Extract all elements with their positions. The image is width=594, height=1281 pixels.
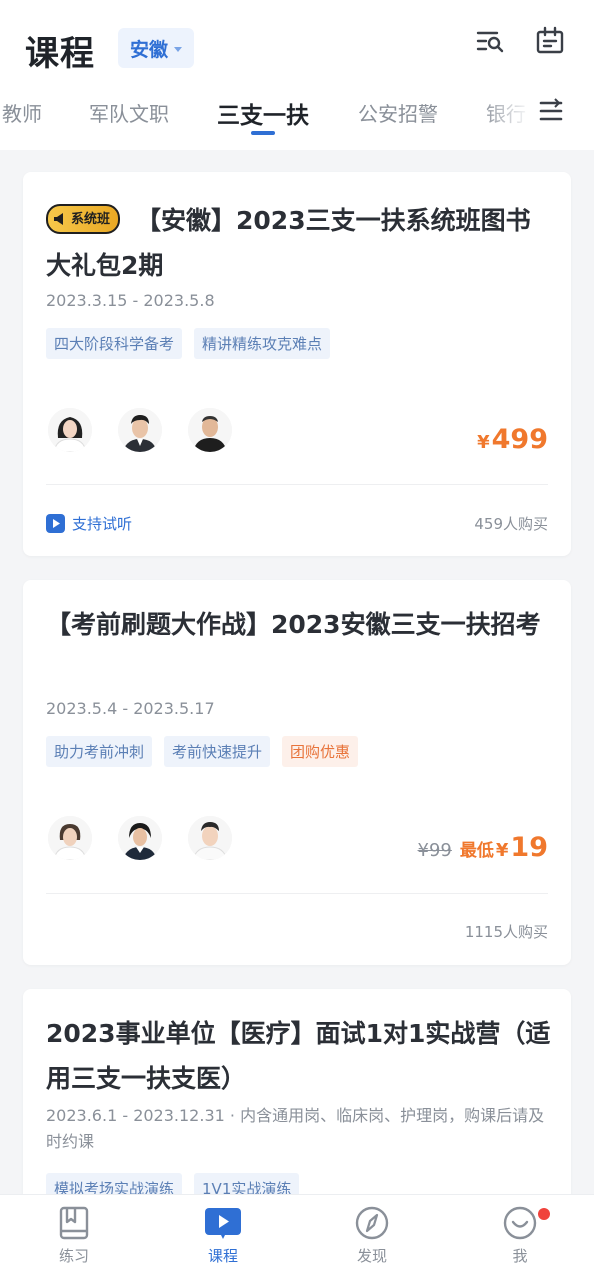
trial-label: 支持试听 (72, 515, 133, 533)
buyer-count: 1115人购买 (464, 923, 548, 941)
nav-practice[interactable]: 练习 (24, 1205, 124, 1266)
price-prefix: 最低 (459, 841, 494, 861)
region-label: 安徽 (130, 38, 169, 61)
bottom-navigation: 练习 课程 发现 我 (0, 1194, 594, 1281)
tab-military-civilian[interactable]: 军队文职 (89, 98, 169, 127)
tab-fade-overlay (480, 92, 594, 138)
nav-label: 练习 (58, 1247, 89, 1265)
active-tab-indicator (251, 131, 275, 135)
nav-me[interactable]: 我 (470, 1205, 570, 1266)
badge-label: 系统班 (71, 211, 111, 227)
menu-icon[interactable] (538, 98, 564, 124)
price-value: 499 (491, 424, 548, 455)
original-price: ¥99 (417, 840, 452, 861)
course-tag: 精讲精练攻克难点 (194, 328, 331, 359)
avatar (48, 408, 92, 452)
divider (46, 893, 548, 894)
nav-label: 发现 (356, 1247, 387, 1265)
avatar (48, 816, 92, 860)
region-selector[interactable]: 安徽 (118, 28, 195, 68)
course-date: 2023.6.1 - 2023.12.31 · 内含通用岗、临床岗、护理岗，购课… (46, 1106, 545, 1151)
divider (46, 484, 548, 485)
compass-icon (355, 1206, 389, 1240)
price-value: 19 (510, 832, 548, 863)
nav-discover[interactable]: 发现 (322, 1205, 422, 1266)
notification-dot (538, 1208, 550, 1220)
smile-icon (503, 1206, 537, 1240)
currency-symbol: ¥ (477, 432, 490, 453)
course-title: 系统班 【安徽】2023三支一扶系统班图书大礼包2期 (46, 198, 551, 288)
avatar (188, 408, 232, 452)
nav-label: 课程 (207, 1247, 238, 1265)
avatar (118, 816, 162, 860)
megaphone-icon (54, 213, 63, 225)
play-icon (46, 514, 65, 533)
nav-courses[interactable]: 课程 (173, 1205, 273, 1266)
course-date: 2023.5.4 - 2023.5.17 (46, 699, 215, 718)
course-price: ¥ 499 (477, 424, 548, 455)
course-tags: 四大阶段科学备考 精讲精练攻克难点 (46, 328, 331, 359)
buyer-count: 459人购买 (474, 515, 548, 533)
currency-symbol: ¥ (495, 840, 509, 861)
caret-down-icon (174, 46, 183, 52)
course-price: ¥99 最低 ¥ 19 (418, 832, 548, 863)
group-buy-tag: 团购优惠 (282, 736, 359, 767)
tab-teacher[interactable]: 教师 (2, 98, 42, 127)
tab-police[interactable]: 公安招警 (358, 98, 438, 127)
tab-sanzhiyifu[interactable]: 三支一扶 (217, 96, 309, 130)
course-tags: 助力考前冲刺 考前快速提升 团购优惠 (46, 736, 359, 767)
system-class-badge: 系统班 (46, 204, 121, 234)
trial-listen[interactable]: 支持试听 (46, 513, 132, 534)
avatar (188, 816, 232, 860)
course-tag: 四大阶段科学备考 (46, 328, 183, 359)
course-title: 2023事业单位【医疗】面试1对1实战营（适用三支一扶支医） (46, 1019, 551, 1093)
nav-label: 我 (512, 1247, 528, 1265)
avatar (118, 408, 162, 452)
play-icon (205, 1208, 241, 1239)
teacher-avatars (48, 408, 232, 452)
course-card[interactable]: 系统班 【安徽】2023三支一扶系统班图书大礼包2期 2023.3.15 - 20… (23, 172, 571, 556)
top-header: 课程 安徽 教师 军队文职 三支一扶 公安招警 银行 (0, 0, 594, 150)
search-list-icon[interactable] (475, 26, 505, 56)
calendar-icon[interactable] (535, 26, 565, 56)
course-tag: 考前快速提升 (164, 736, 271, 767)
teacher-avatars (48, 816, 232, 860)
course-title: 【考前刷题大作战】2023安徽三支一扶招考 (46, 610, 541, 639)
page-title: 课程 (25, 34, 95, 74)
course-tag: 助力考前冲刺 (46, 736, 153, 767)
course-card[interactable]: 【考前刷题大作战】2023安徽三支一扶招考 2023.5.4 - 2023.5.… (23, 580, 571, 965)
course-date: 2023.3.15 - 2023.5.8 (46, 291, 215, 310)
book-icon (59, 1206, 89, 1240)
